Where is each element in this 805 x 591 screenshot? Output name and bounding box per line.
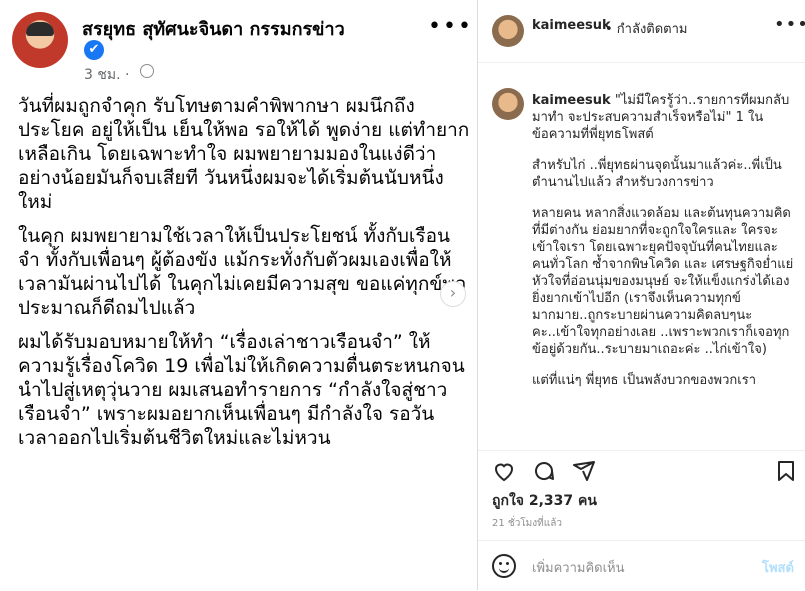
post-time: 3 ชม. · [84,67,130,83]
comment-bar: เพิ่มความคิดเห็น โพสต์ [478,540,805,591]
follow-status[interactable]: • กำลังติดตาม [605,18,687,39]
author-avatar [12,12,68,68]
comment-input[interactable]: เพิ่มความคิดเห็น [532,557,625,578]
header-avatar[interactable] [492,15,524,47]
like-count[interactable]: ถูกใจ 2,337 คน [492,490,597,512]
heart-icon[interactable] [492,459,516,483]
facebook-post-image: สรยุทธ สุทัศนะจินดา กรรมกรข่าว ✔ 3 ชม. ·… [0,0,477,590]
caption-paragraph-4: แต่ที่แน่ๆ พี่ยุทธ เป็นพลังบวกของพวกเรา [532,373,756,388]
post-comment-button[interactable]: โพสต์ [762,557,794,578]
next-image-chevron-icon[interactable]: › [440,281,466,307]
caption-username[interactable]: kaimeesuk [532,93,611,108]
header-username[interactable]: kaimeesuk [532,18,611,33]
post-header: kaimeesuk • กำลังติดตาม ••• [478,0,805,63]
caption: kaimeesuk "ไม่มีใครรู้ว่า..รายการที่ผมกล… [532,92,794,442]
post-paragraph-2: ในคุก ผมพยายามใช้เวลาให้เป็นประโยชน์ ทั้… [18,225,467,319]
facebook-post-card: สรยุทธ สุทัศนะจินดา กรรมกรข่าว ✔ 3 ชม. ·… [0,0,477,590]
action-bar [478,450,805,491]
more-options-icon: ••• [428,14,473,39]
more-options-icon[interactable]: ••• [774,14,805,35]
post-time-ago: 21 ชั่วโมงที่แล้ว [492,518,562,529]
caption-paragraph-3: หลายคน หลากสิ่งแวดล้อม และต้นทุนความคิดท… [532,206,794,357]
caption-paragraph-2: สำหรับไก่ ..พี่ยุทธผ่านจุดนั้นมาแล้วค่ะ.… [532,158,782,190]
emoji-icon[interactable] [492,554,516,578]
instagram-panel: kaimeesuk • กำลังติดตาม ••• kaimeesuk "ไ… [477,0,805,590]
post-paragraph-3: ผมได้รับมอบหมายให้ทำ “เรื่องเล่าชาวเรือน… [18,331,465,449]
bookmark-icon[interactable] [774,459,798,483]
author-name: สรยุทธ สุทัศนะจินดา กรรมกรข่าว [82,19,345,40]
share-icon[interactable] [572,459,596,483]
comment-icon[interactable] [532,459,556,483]
verified-icon: ✔ [84,40,104,60]
globe-icon [140,64,154,78]
post-paragraph-1: วันที่ผมถูกจำคุก รับโทษตามคำพิพากษา ผมนึ… [18,95,470,213]
post-body: วันที่ผมถูกจำคุก รับโทษตามคำพิพากษา ผมนึ… [18,94,470,460]
caption-avatar[interactable] [492,88,524,120]
